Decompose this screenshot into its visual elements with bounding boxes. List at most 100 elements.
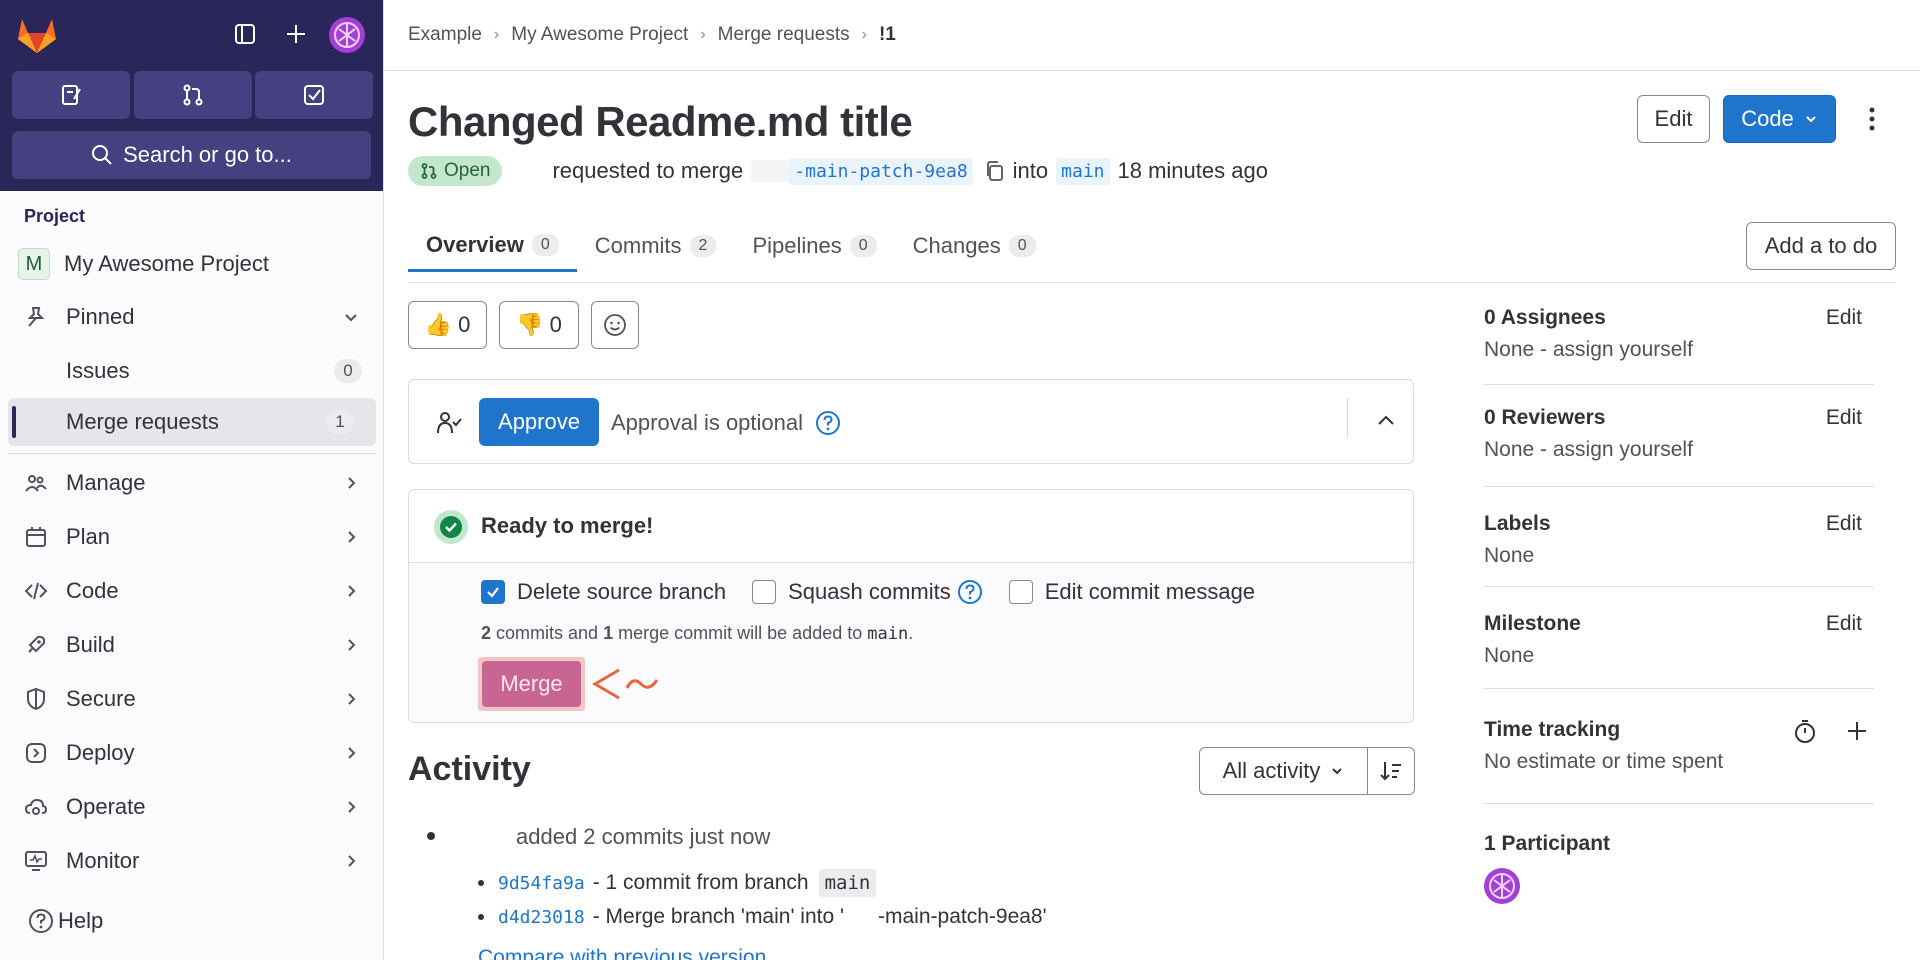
divider [1484,803,1874,804]
delete-source-checkbox[interactable] [481,580,505,604]
into-text: into [1012,158,1049,183]
help-icon[interactable] [815,410,841,436]
project-link[interactable]: M My Awesome Project [18,248,269,280]
add-reaction-button[interactable] [591,301,639,349]
left-sidebar: Search or go to... Project M My Awesome … [0,0,384,960]
edit-reviewers-button[interactable]: Edit [1826,406,1862,430]
todo-icon [304,85,324,105]
tab-label: Changes [912,233,1001,258]
commit-summary-text: merge commit will be added to [618,623,863,643]
squash-checkbox[interactable] [752,580,777,604]
activity-filter-dropdown[interactable]: All activity [1199,747,1368,795]
copy-icon[interactable] [985,160,1005,182]
participant-avatar[interactable] [1484,868,1520,904]
deploy-icon [26,743,46,763]
sidebar-item-manage[interactable]: Manage [0,459,384,507]
chevron-right-icon: › [700,26,706,43]
code-dropdown-button[interactable]: Code [1723,95,1836,143]
stopwatch-icon[interactable] [1792,718,1818,744]
tab-pipelines[interactable]: Pipelines 0 [734,220,894,272]
sidebar-item-label: Issues [66,358,130,383]
reviewers-title: 0 Reviewers [1484,406,1606,429]
edit-labels-button[interactable]: Edit [1826,512,1862,536]
assigned-issues-button[interactable] [12,71,130,119]
sidebar-item-code[interactable]: Code [0,567,384,615]
participants-title: 1 Participant [1484,832,1611,855]
merge-status-text: Ready to merge! [481,513,654,538]
sidebar-item-merge-requests[interactable]: Merge requests 1 [8,398,376,446]
target-branch-code: main [867,624,909,644]
collapse-sidebar-icon[interactable] [229,18,261,50]
delete-source-option[interactable]: Delete source branch [481,579,726,605]
source-branch[interactable]: -main-patch-9ea8 [789,157,973,185]
tab-overview[interactable]: Overview 0 [408,220,577,272]
commit-sha-link[interactable]: d4d23018 [498,907,585,928]
edit-milestone-button[interactable]: Edit [1826,612,1862,636]
divider [1484,688,1874,689]
sidebar-item-build[interactable]: Build [0,621,384,669]
help-icon[interactable] [957,579,983,605]
target-branch[interactable]: main [1056,157,1110,185]
rocket-icon [28,635,46,653]
help-link[interactable]: Help [28,908,103,934]
assignees-value[interactable]: None - assign yourself [1484,338,1874,362]
sidebar-item-operate[interactable]: Operate [0,783,384,831]
squash-option[interactable]: Squash commits [752,579,983,605]
thumbs-down-count: 0 [549,312,562,337]
sidebar-item-label: Plan [66,524,111,549]
edit-message-option[interactable]: Edit commit message [1008,579,1255,605]
tab-commits[interactable]: Commits 2 [577,220,735,272]
add-todo-button[interactable]: Add a to do [1746,222,1896,270]
edit-button[interactable]: Edit [1637,95,1710,143]
approval-user-icon [437,412,462,434]
thumbs-down-button[interactable]: 👎 0 [499,301,579,349]
time-tracking-value: No estimate or time spent [1484,750,1724,773]
reviewers-section: 0 Reviewers None - assign yourself Edit [1484,406,1874,462]
edit-message-checkbox[interactable] [1008,580,1033,604]
sidebar-item-label: Pinned [66,304,135,329]
breadcrumb-item[interactable]: Example [408,24,482,46]
monitor-icon [25,851,47,871]
time-tracking-section: Time tracking No estimate or time spent [1484,718,1874,774]
redacted-author [751,160,792,182]
sidebar-item-pinned[interactable]: Pinned [0,293,384,341]
sidebar-header: Search or go to... [0,0,383,191]
breadcrumb-current[interactable]: !1 [879,24,896,46]
merge-button[interactable]: Merge [482,661,581,707]
commit-summary-text: commits and [496,623,599,643]
labels-value: None [1484,544,1535,567]
commit-sha-link[interactable]: 9d54fa9a [498,873,585,894]
sidebar-item-plan[interactable]: Plan [0,513,384,561]
user-avatar[interactable] [329,17,365,53]
chevron-down-icon [1332,768,1343,775]
sort-order-button[interactable] [1367,747,1415,795]
breadcrumb-item[interactable]: My Awesome Project [511,24,688,46]
merge-requests-quick-button[interactable] [134,71,252,119]
reviewers-value[interactable]: None - assign yourself [1484,438,1874,462]
sidebar-item-deploy[interactable]: Deploy [0,729,384,777]
sidebar-item-label: Operate [66,794,146,819]
chevron-up-icon[interactable] [1374,409,1398,433]
tab-changes[interactable]: Changes 0 [895,220,1054,272]
breadcrumb-item[interactable]: Merge requests [718,24,850,46]
gitlab-logo-icon[interactable] [16,15,58,55]
compare-link[interactable]: Compare with previous version [478,946,766,960]
sidebar-item-issues[interactable]: Issues 0 [0,347,384,395]
edit-assignees-button[interactable]: Edit [1826,306,1862,330]
commit-text-suffix: -main-patch-9ea8' [878,905,1047,928]
create-new-icon[interactable] [280,18,312,50]
thumbs-up-icon: 👍 [424,312,453,337]
breadcrumb: Example › My Awesome Project › Merge req… [408,24,896,46]
approve-button[interactable]: Approve [479,398,599,446]
more-actions-icon[interactable] [1860,103,1884,135]
add-time-icon[interactable] [1844,718,1870,744]
branch-code: main [818,869,877,897]
shield-icon [27,687,45,711]
sidebar-item-label: Deploy [66,740,135,765]
delete-source-label: Delete source branch [517,579,727,604]
thumbs-up-button[interactable]: 👍 0 [408,301,487,349]
sidebar-item-monitor[interactable]: Monitor [0,837,384,885]
search-input[interactable]: Search or go to... [12,131,371,179]
todo-list-button[interactable] [255,71,373,119]
sidebar-item-secure[interactable]: Secure [0,675,384,723]
